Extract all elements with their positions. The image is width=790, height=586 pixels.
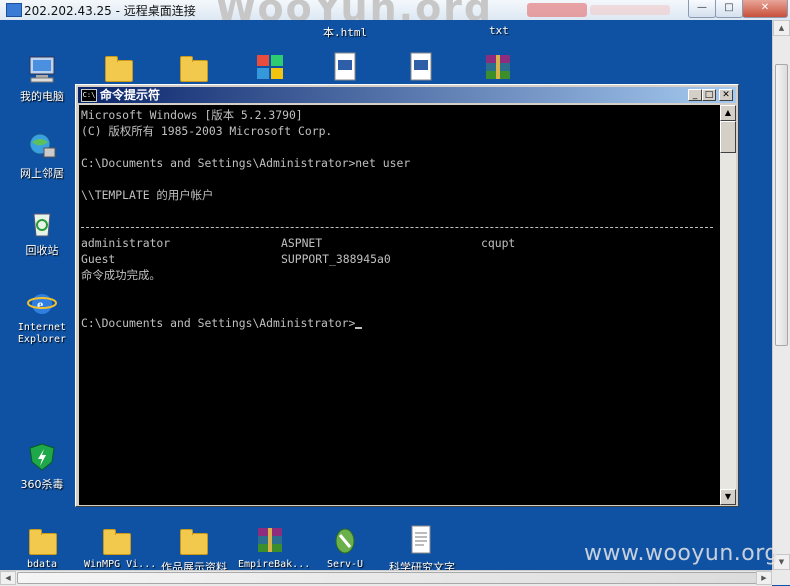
user-cell: SUPPORT_388945a0 xyxy=(281,252,391,266)
winrar-icon xyxy=(255,525,285,555)
cmd-close-button[interactable]: ✕ xyxy=(719,89,733,101)
research-doc-label: 科学研究文字 xyxy=(389,561,455,570)
file-label: 本.html xyxy=(323,26,368,39)
serv-u[interactable]: Serv-U xyxy=(313,525,377,570)
html-file-icon xyxy=(330,52,360,82)
cmd-minimize-button[interactable]: _ xyxy=(688,89,702,101)
bdata-label: bdata xyxy=(26,559,58,570)
document-icon xyxy=(406,525,436,555)
user-cell: administrator xyxy=(81,236,171,250)
windows-icon xyxy=(255,52,285,82)
my-computer[interactable]: 我的电脑 xyxy=(10,54,74,104)
html-file[interactable] xyxy=(313,52,377,82)
watermark-decoration xyxy=(527,3,587,17)
folder-icon xyxy=(105,56,133,82)
console-line: C:\Documents and Settings\Administrator>… xyxy=(81,156,411,170)
network-places-label: 网上邻居 xyxy=(20,167,64,180)
recycle-bin[interactable]: 回收站 xyxy=(10,208,74,258)
wooyun-watermark-bottom: www.wooyun.org xyxy=(584,541,779,566)
rar-archive[interactable] xyxy=(466,52,530,82)
cmd-vertical-scrollbar[interactable]: ▲ ▼ xyxy=(720,105,736,505)
scroll-down-button[interactable]: ▼ xyxy=(720,489,736,505)
console-line: (C) 版权所有 1985-2003 Microsoft Corp. xyxy=(81,124,333,138)
winrar-icon xyxy=(483,52,513,82)
desktop-shortcut[interactable] xyxy=(238,52,302,82)
recycle-bin-icon xyxy=(27,208,57,238)
rdp-vertical-scrollbar[interactable]: ▲ ▼ xyxy=(772,20,790,570)
user-cell: ASPNET xyxy=(281,236,323,250)
360-antivirus-label: 360杀毒 xyxy=(20,478,64,491)
rdp-title-bar: 202.202.43.25 - 远程桌面连接 WooYun.org — □ ✕ xyxy=(0,0,790,30)
file-label: txt xyxy=(489,24,509,37)
scroll-corner xyxy=(772,570,790,585)
recycle-bin-label: 回收站 xyxy=(25,244,59,257)
console-line: \\TEMPLATE 的用户帐户 xyxy=(81,188,214,202)
cmd-maximize-button[interactable]: □ xyxy=(702,89,716,101)
desktop-folder[interactable] xyxy=(161,52,225,82)
rdp-scroll-up-button[interactable]: ▲ xyxy=(773,20,790,36)
folder-icon xyxy=(29,529,57,555)
command-prompt-window[interactable]: C:\ 命令提示符 _ □ ✕ Microsoft Windows [版本 5.… xyxy=(75,84,739,507)
rdp-title: 202.202.43.25 - 远程桌面连接 xyxy=(24,4,196,18)
research-doc[interactable]: 科学研究文字 xyxy=(389,525,455,570)
works-label: 作品展示资料 xyxy=(161,561,227,570)
folder-icon xyxy=(180,529,208,555)
rdp-minimize-button[interactable]: — xyxy=(688,0,716,18)
rdp-hscroll-thumb[interactable] xyxy=(17,572,757,584)
watermark-decoration xyxy=(590,5,670,15)
network-icon xyxy=(27,131,57,161)
cmd-title-bar[interactable]: C:\ 命令提示符 _ □ ✕ xyxy=(78,87,736,103)
console-prompt-line[interactable]: C:\Documents and Settings\Administrator> xyxy=(81,316,363,330)
internet-explorer[interactable]: e Internet Explorer xyxy=(10,288,74,346)
folder-icon xyxy=(180,56,208,82)
winmpg-folder[interactable]: WinMPG Vi... xyxy=(84,525,157,570)
internet-explorer-label: Internet Explorer xyxy=(17,322,67,345)
rdp-close-button[interactable]: ✕ xyxy=(742,0,788,18)
360-antivirus[interactable]: 360杀毒 xyxy=(10,442,74,492)
remote-desktop: 本.html txt 我的电脑 网上邻居 回收站 e Internet Expl… xyxy=(0,20,772,570)
serv-u-label: Serv-U xyxy=(326,559,364,570)
html-file-icon xyxy=(406,52,436,82)
console-divider xyxy=(81,227,713,228)
remote-desktop-icon xyxy=(6,3,22,17)
rdp-maximize-button[interactable]: □ xyxy=(715,0,743,18)
console-line: Microsoft Windows [版本 5.2.3790] xyxy=(81,108,303,122)
serv-u-icon xyxy=(330,525,360,555)
scroll-up-button[interactable]: ▲ xyxy=(720,105,736,121)
network-places[interactable]: 网上邻居 xyxy=(10,131,74,181)
user-cell: cqupt xyxy=(481,236,516,250)
empirebak-label: EmpireBak... xyxy=(238,559,311,570)
internet-explorer-icon: e xyxy=(27,288,57,318)
txt-file[interactable] xyxy=(389,52,453,82)
rdp-scroll-left-button[interactable]: ◀ xyxy=(0,571,16,585)
console-prompt: C:\Documents and Settings\Administrator> xyxy=(81,316,356,330)
rdp-scroll-thumb[interactable] xyxy=(775,64,788,346)
shield-icon xyxy=(27,442,57,472)
empirebak-archive[interactable]: EmpireBak... xyxy=(238,525,311,570)
folder-icon xyxy=(103,529,131,555)
winmpg-label: WinMPG Vi... xyxy=(84,559,157,570)
user-cell: Guest xyxy=(81,252,116,266)
works-folder[interactable]: 作品展示资料 xyxy=(161,525,227,570)
my-computer-label: 我的电脑 xyxy=(20,90,64,103)
text-cursor xyxy=(355,327,363,329)
computer-icon xyxy=(27,54,57,84)
svg-text:e: e xyxy=(37,298,43,313)
scroll-thumb[interactable] xyxy=(720,121,736,153)
cmd-icon: C:\ xyxy=(81,89,97,102)
cmd-title: 命令提示符 xyxy=(100,88,161,102)
bdata-folder[interactable]: bdata xyxy=(10,525,74,570)
rdp-scroll-right-button[interactable]: ▶ xyxy=(756,571,772,585)
console-line: 命令成功完成。 xyxy=(81,268,161,282)
rdp-horizontal-scrollbar[interactable]: ◀ ▶ xyxy=(0,570,772,586)
console-output[interactable]: Microsoft Windows [版本 5.2.3790] (C) 版权所有… xyxy=(79,105,720,505)
desktop-folder[interactable] xyxy=(86,52,150,82)
